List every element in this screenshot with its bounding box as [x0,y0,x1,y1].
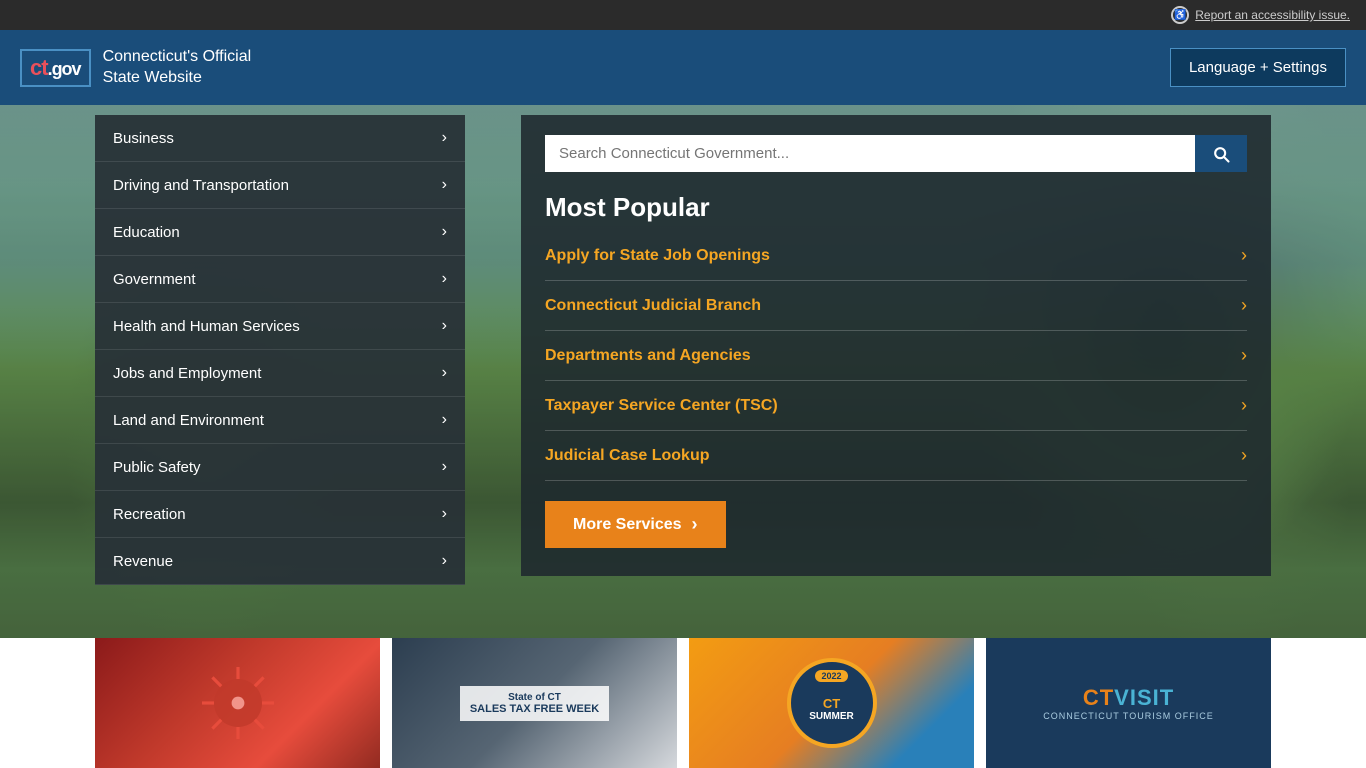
popular-label-taxpayer: Taxpayer Service Center (TSC) [545,397,778,415]
logo: ct.gov [30,55,81,81]
nav-item-label-government: Government [113,271,196,288]
ct-visit-ct: CT [1083,685,1114,710]
popular-item-state-jobs[interactable]: Apply for State Job Openings › [545,231,1247,281]
popular-item-taxpayer[interactable]: Taxpayer Service Center (TSC) › [545,381,1247,431]
nav-item-label-health: Health and Human Services [113,318,300,335]
search-input[interactable] [545,135,1195,172]
nav-item-health[interactable]: Health and Human Services › [95,303,465,350]
main-navigation: Business › Driving and Transportation › … [95,115,465,585]
more-services-label: More Services [573,516,682,534]
nav-chevron-land: › [442,411,447,429]
popular-item-departments[interactable]: Departments and Agencies › [545,331,1247,381]
virus-graphic [198,663,278,743]
nav-chevron-recreation: › [442,505,447,523]
popular-chevron-state-jobs: › [1241,245,1247,266]
nav-chevron-education: › [442,223,447,241]
logo-ct: ct [30,55,48,80]
popular-label-judicial: Connecticut Judicial Branch [545,297,761,315]
popular-chevron-case-lookup: › [1241,445,1247,466]
logo-area: ct.gov Connecticut's Official State Webs… [20,47,251,89]
site-title: Connecticut's Official State Website [103,47,252,89]
site-header: ct.gov Connecticut's Official State Webs… [0,30,1366,105]
nav-item-safety[interactable]: Public Safety › [95,444,465,491]
site-title-line1: Connecticut's Official [103,47,252,68]
nav-chevron-driving: › [442,176,447,194]
ct-summer-card[interactable]: 2022 CT SUMMER [689,638,974,768]
site-title-line2: State Website [103,68,252,89]
ct-visit-card[interactable]: CTVISIT CONNECTICUT TOURISM OFFICE [986,638,1271,768]
nav-item-label-safety: Public Safety [113,459,201,476]
nav-item-label-revenue: Revenue [113,553,173,570]
popular-chevron-departments: › [1241,345,1247,366]
nav-chevron-business: › [442,129,447,147]
more-services-chevron: › [692,514,698,535]
most-popular-heading: Most Popular [545,192,1247,223]
nav-item-jobs[interactable]: Jobs and Employment › [95,350,465,397]
nav-item-recreation[interactable]: Recreation › [95,491,465,538]
popular-items-list: Apply for State Job Openings › Connectic… [545,231,1247,481]
nav-item-government[interactable]: Government › [95,256,465,303]
nav-item-education[interactable]: Education › [95,209,465,256]
covid-card[interactable] [95,638,380,768]
ct-visit-subtitle: CONNECTICUT TOURISM OFFICE [1043,711,1214,721]
nav-item-revenue[interactable]: Revenue › [95,538,465,585]
nav-chevron-revenue: › [442,552,447,570]
nav-item-label-education: Education [113,224,180,241]
logo-gov: .gov [48,59,81,79]
bottom-cards: State of CT SALES TAX FREE WEEK 2022 CT … [0,638,1366,768]
nav-chevron-government: › [442,270,447,288]
ct-visit-visit: VISIT [1114,685,1174,710]
accessibility-text: Report an accessibility issue. [1195,8,1350,22]
nav-chevron-health: › [442,317,447,335]
ct-visit-logo: CTVISIT [1083,685,1174,711]
popular-item-judicial[interactable]: Connecticut Judicial Branch › [545,281,1247,331]
popular-chevron-judicial: › [1241,295,1247,316]
nav-item-label-land: Land and Environment [113,412,264,429]
nav-item-label-business: Business [113,130,174,147]
card2-line2: SALES TAX FREE WEEK [470,703,599,715]
accessibility-icon: ♿ [1171,6,1189,24]
more-services-button[interactable]: More Services › [545,501,726,548]
popular-label-departments: Departments and Agencies [545,347,751,365]
nav-item-land[interactable]: Land and Environment › [95,397,465,444]
logo-box: ct.gov [20,49,91,87]
card2-line1: State of CT [470,692,599,703]
search-bar [545,135,1247,172]
nav-item-label-driving: Driving and Transportation [113,177,289,194]
nav-item-label-jobs: Jobs and Employment [113,365,261,382]
nav-item-driving[interactable]: Driving and Transportation › [95,162,465,209]
popular-item-case-lookup[interactable]: Judicial Case Lookup › [545,431,1247,481]
ct-summer-year: 2022 [815,670,847,682]
search-popular-panel: Most Popular Apply for State Job Opening… [521,115,1271,576]
sales-tax-card[interactable]: State of CT SALES TAX FREE WEEK [392,638,677,768]
nav-chevron-jobs: › [442,364,447,382]
popular-label-case-lookup: Judicial Case Lookup [545,447,709,465]
hero-section: Business › Driving and Transportation › … [0,105,1366,768]
search-button[interactable] [1195,135,1247,172]
nav-chevron-safety: › [442,458,447,476]
popular-chevron-taxpayer: › [1241,395,1247,416]
language-settings-button[interactable]: Language + Settings [1170,48,1346,87]
accessibility-link[interactable]: ♿ Report an accessibility issue. [1171,6,1350,24]
search-icon [1211,144,1231,164]
popular-label-state-jobs: Apply for State Job Openings [545,247,770,265]
nav-item-business[interactable]: Business › [95,115,465,162]
top-bar: ♿ Report an accessibility issue. [0,0,1366,30]
nav-item-label-recreation: Recreation [113,506,186,523]
